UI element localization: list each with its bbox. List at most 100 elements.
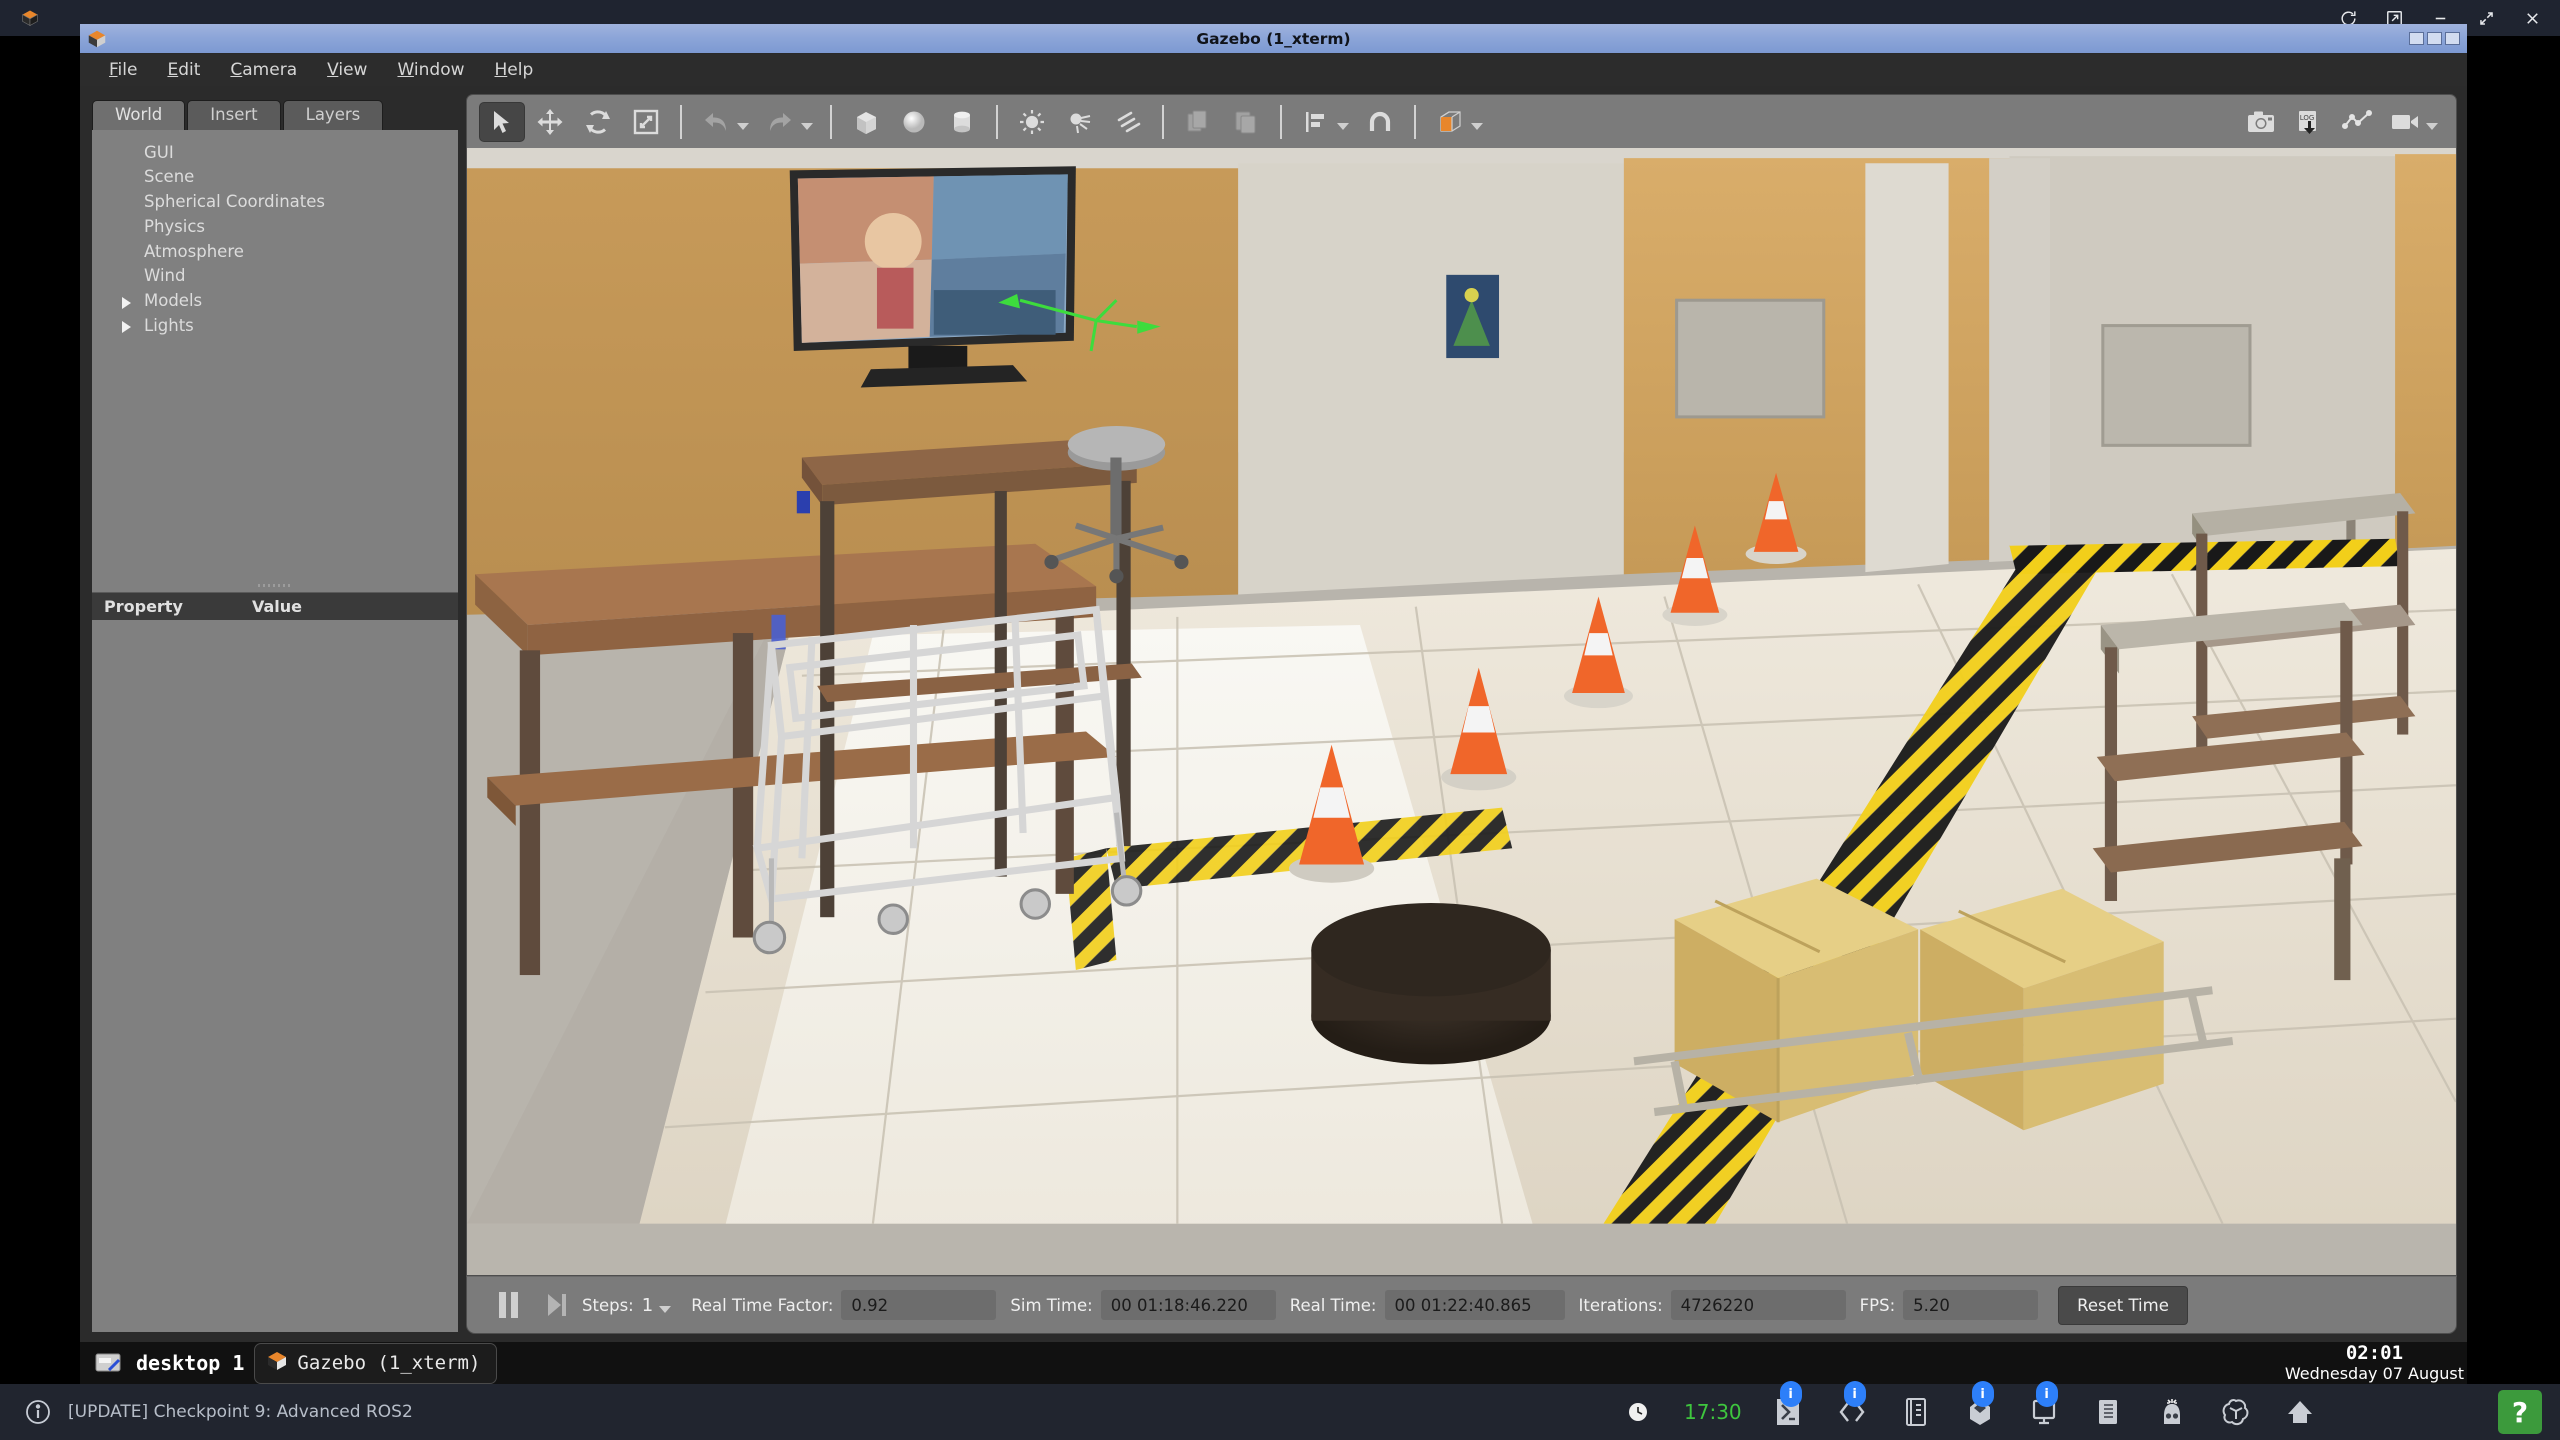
redo-icon[interactable]	[757, 102, 803, 142]
desktop-icon	[90, 1345, 126, 1381]
steps-label: Steps:	[582, 1295, 634, 1315]
snap-magnet-icon[interactable]	[1357, 102, 1403, 142]
tree-item-physics[interactable]: Physics	[114, 214, 458, 239]
tree-item-spherical-coordinates[interactable]: Spherical Coordinates	[114, 190, 458, 215]
maximize-icon[interactable]	[2464, 3, 2508, 33]
panel-splitter[interactable]	[92, 578, 458, 592]
screenshot-camera-icon[interactable]	[2238, 102, 2284, 142]
log-record-icon[interactable]: LOG	[2286, 102, 2332, 142]
menu-edit[interactable]: Edit	[152, 57, 215, 83]
align-icon[interactable]	[1293, 102, 1339, 142]
select-mode-icon[interactable]	[479, 101, 525, 142]
sim-time-value: 00 01:18:46.220	[1100, 1290, 1276, 1320]
plot-graph-icon[interactable]	[2334, 102, 2380, 142]
system-bottom-bar: [UPDATE] Checkpoint 9: Advanced ROS2 17:…	[0, 1381, 2560, 1440]
clock-icon	[1620, 1394, 1656, 1430]
spot-light-icon[interactable]	[1057, 102, 1103, 142]
gazebo-icon[interactable]: i	[1962, 1381, 1998, 1430]
left-panel: World Insert Layers GUI Scene Spherical …	[80, 86, 466, 1342]
taskbar-window-label: Gazebo (1_xterm)	[297, 1352, 481, 1374]
iterations-label: Iterations:	[1578, 1295, 1663, 1315]
undo-icon[interactable]	[693, 102, 739, 142]
cylinder-icon[interactable]	[939, 102, 985, 142]
notification-badge: i	[1971, 1381, 1994, 1407]
steps-dropdown-icon[interactable]	[659, 1305, 672, 1313]
3d-viewport[interactable]	[466, 148, 2457, 1276]
tab-world[interactable]: World	[92, 99, 186, 130]
scale-mode-icon[interactable]	[623, 102, 669, 142]
menu-file[interactable]: File	[94, 57, 152, 83]
property-table-header: Property Value	[92, 592, 458, 620]
render-toolbar: LOG	[466, 94, 2457, 148]
translate-mode-icon[interactable]	[527, 102, 573, 142]
system-notice: [UPDATE] Checkpoint 9: Advanced ROS2	[68, 1402, 413, 1422]
notification-badge: i	[1779, 1381, 1802, 1407]
tree-item-atmosphere[interactable]: Atmosphere	[114, 239, 458, 264]
steps-value[interactable]: 1	[642, 1295, 653, 1316]
real-time-factor-value: 0.92	[841, 1290, 997, 1320]
view-dropdown-icon[interactable]	[1471, 123, 1483, 130]
pause-icon[interactable]	[499, 1292, 518, 1318]
book-icon[interactable]	[2090, 1394, 2126, 1430]
openai-icon[interactable]	[2218, 1394, 2254, 1430]
menubar: File Edit Camera View Window Help	[80, 54, 2467, 86]
video-dropdown-icon[interactable]	[2426, 123, 2438, 130]
point-light-icon[interactable]	[1009, 102, 1055, 142]
tree-item-wind[interactable]: Wind	[114, 264, 458, 289]
notification-badge: i	[1843, 1381, 1866, 1407]
tab-insert[interactable]: Insert	[187, 99, 281, 130]
window-titlebar[interactable]: Gazebo (1_xterm)	[80, 24, 2467, 54]
window-manager-taskbar: desktop 1 Gazebo (1_xterm)	[80, 1342, 2467, 1384]
notification-badge: i	[2035, 1381, 2058, 1407]
tree-item-gui[interactable]: GUI	[114, 140, 458, 165]
step-forward-icon[interactable]	[546, 1292, 568, 1318]
panel-tabs: World Insert Layers	[84, 94, 466, 130]
real-time-value: 00 01:22:40.865	[1384, 1290, 1565, 1320]
tree-item-lights[interactable]: Lights	[114, 313, 458, 338]
view-angle-cube-icon[interactable]	[1427, 102, 1473, 142]
clock-time: 02:01	[2345, 1342, 2404, 1364]
rotate-mode-icon[interactable]	[575, 102, 621, 142]
video-record-icon[interactable]	[2382, 102, 2428, 142]
gazebo-window: Gazebo (1_xterm) File Edit Camera View W…	[80, 24, 2467, 1342]
column-header-property: Property	[104, 597, 183, 616]
render-area: LOG Steps: 1 Real Time Factor: 0.92 Sim …	[466, 86, 2467, 1342]
svg-text:LOG: LOG	[2300, 114, 2315, 122]
iterations-value: 4726220	[1670, 1290, 1846, 1320]
copy-icon[interactable]	[1175, 102, 1221, 142]
taskbar-window-gazebo[interactable]: Gazebo (1_xterm)	[254, 1342, 498, 1384]
tree-item-scene[interactable]: Scene	[114, 165, 458, 190]
menu-help[interactable]: Help	[480, 57, 549, 83]
desktop-label[interactable]: desktop 1	[136, 1351, 244, 1375]
desktop-monitor-icon[interactable]: i	[2026, 1381, 2062, 1430]
property-table: Property Value	[92, 592, 458, 1332]
menu-window[interactable]: Window	[382, 57, 479, 83]
robot-icon[interactable]	[2154, 1394, 2190, 1430]
notebook-icon[interactable]	[1898, 1394, 1934, 1430]
home-icon[interactable]	[2282, 1394, 2318, 1430]
taskbar-clock: 02:01 Wednesday 07 August	[2285, 1342, 2464, 1383]
sphere-icon[interactable]	[891, 102, 937, 142]
box-icon[interactable]	[843, 102, 889, 142]
code-editor-icon[interactable]: i	[1834, 1381, 1870, 1430]
simulation-status-bar: Steps: 1 Real Time Factor: 0.92 Sim Time…	[466, 1276, 2457, 1334]
info-icon	[20, 1394, 56, 1430]
real-time-label: Real Time:	[1289, 1295, 1377, 1315]
menu-camera[interactable]: Camera	[215, 57, 312, 83]
menu-view[interactable]: View	[312, 57, 382, 83]
property-table-body[interactable]	[92, 620, 458, 1332]
directional-light-icon[interactable]	[1105, 102, 1151, 142]
world-tree: GUI Scene Spherical Coordinates Physics …	[92, 130, 458, 338]
fps-label: FPS:	[1859, 1295, 1896, 1315]
close-icon[interactable]	[2510, 3, 2554, 33]
tree-item-models[interactable]: Models	[114, 289, 458, 314]
paste-icon[interactable]	[1223, 102, 1269, 142]
gazebo-icon	[265, 1349, 289, 1378]
align-dropdown-icon[interactable]	[1337, 123, 1349, 130]
reset-time-button[interactable]: Reset Time	[2058, 1285, 2188, 1325]
gazebo-icon	[12, 0, 48, 36]
tab-layers[interactable]: Layers	[282, 99, 384, 130]
help-button[interactable]: ?	[2498, 1390, 2542, 1434]
window-title: Gazebo (1_xterm)	[1196, 29, 1351, 48]
terminal-icon[interactable]: i	[1770, 1381, 1806, 1430]
